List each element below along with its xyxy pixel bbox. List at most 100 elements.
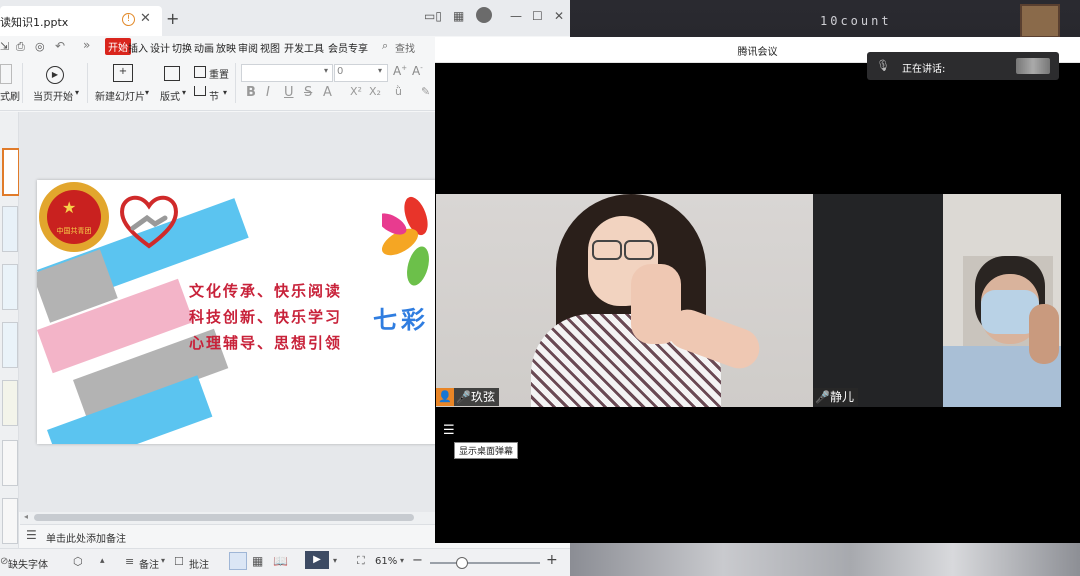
grid-apps-icon[interactable]: ▦ — [453, 9, 464, 23]
horizontal-scrollbar-thumb[interactable] — [34, 514, 414, 521]
new-slide-label[interactable]: 新建幻灯片 — [95, 88, 145, 103]
from-current-dropdown-icon[interactable]: ▾ — [75, 88, 79, 97]
slide-thumbnail[interactable] — [2, 498, 18, 544]
slide-sorter-icon[interactable]: ▦ — [252, 554, 263, 568]
comment-icon[interactable]: ☐ — [174, 555, 184, 568]
notes-placeholder[interactable]: 单击此处添加备注 — [46, 530, 126, 545]
missing-font-label[interactable]: 缺失字体 — [8, 556, 48, 571]
italic-icon[interactable]: I — [266, 85, 270, 100]
speaking-label: 正在讲话: — [902, 64, 946, 75]
notes-dropdown-icon[interactable]: ▾ — [161, 556, 165, 565]
microphone-icon: 🎙 — [876, 59, 890, 72]
menu-insert[interactable]: 插入 — [128, 40, 148, 55]
zoom-slider-handle[interactable] — [456, 557, 468, 569]
new-slide-dropdown-icon[interactable]: ▾ — [145, 88, 149, 97]
zoom-in-icon[interactable]: + — [546, 552, 558, 568]
cube-icon[interactable]: ⬡ — [73, 555, 83, 568]
user-avatar[interactable] — [476, 7, 492, 23]
new-tab-icon[interactable]: + — [166, 9, 179, 28]
more-quick-icon[interactable]: » — [83, 38, 90, 52]
phonetic-icon[interactable]: ǜ — [395, 85, 402, 98]
menu-review[interactable]: 审阅 — [238, 40, 258, 55]
menu-slideshow[interactable]: 放映 — [216, 40, 236, 55]
minimize-icon[interactable]: — — [510, 9, 522, 23]
layout-label[interactable]: 版式 — [160, 88, 180, 103]
decrease-font-icon[interactable]: A- — [412, 64, 423, 78]
document-tab[interactable]: 读知识1.pptx ! ✕ — [0, 6, 162, 36]
comment-label[interactable]: 批注 — [189, 556, 209, 571]
subscript-icon[interactable]: X₂ — [369, 85, 381, 98]
bold-icon[interactable]: B — [246, 85, 256, 100]
slide-thumbnail[interactable] — [2, 148, 20, 196]
preview-icon[interactable]: ◎ — [35, 40, 45, 53]
slide-side-title: 七彩 — [373, 305, 429, 334]
new-slide-icon[interactable]: + — [113, 64, 133, 82]
glasses-right — [624, 240, 654, 260]
normal-view-icon[interactable] — [229, 552, 247, 570]
layout-dropdown-icon[interactable]: ▾ — [182, 88, 186, 97]
menu-member[interactable]: 会员专享 — [328, 40, 368, 55]
font-family-select[interactable] — [241, 64, 333, 82]
zoom-slider-track[interactable] — [430, 562, 540, 564]
font-size-chevron-down-icon[interactable]: ▾ — [378, 66, 382, 75]
slide-thumbnail[interactable] — [2, 380, 18, 426]
reset-icon[interactable] — [194, 66, 206, 78]
close-window-icon[interactable]: ✕ — [554, 9, 564, 23]
zoom-level[interactable]: 61% — [375, 556, 397, 567]
participant-video-side[interactable] — [943, 194, 1061, 407]
wallpaper-text: 10count — [820, 14, 892, 28]
strikethrough-icon[interactable]: S — [304, 85, 312, 100]
font-color-icon[interactable]: A — [323, 85, 332, 100]
maximize-icon[interactable]: ☐ — [532, 9, 543, 23]
from-current-label[interactable]: 当页开始 — [33, 88, 73, 103]
slide-thumbnail[interactable] — [2, 264, 18, 310]
underline-icon[interactable]: U — [284, 85, 294, 100]
participant-video-placeholder[interactable] — [813, 194, 943, 407]
increase-font-icon[interactable]: A+ — [393, 64, 407, 78]
notes-toggle-icon[interactable]: ≡ — [125, 555, 134, 568]
search-icon[interactable]: ⌕ — [382, 39, 388, 53]
font-family-chevron-down-icon[interactable]: ▾ — [324, 66, 328, 75]
scroll-left-icon[interactable]: ◂ — [24, 512, 28, 521]
print-icon[interactable]: ⎙ — [16, 40, 25, 54]
menu-design[interactable]: 设计 — [150, 40, 170, 55]
notes-toggle-label[interactable]: 备注 — [139, 556, 159, 571]
zoom-dropdown-icon[interactable]: ▾ — [400, 556, 404, 565]
open-file-icon[interactable]: ⇲ — [0, 40, 9, 53]
close-tab-icon[interactable]: ✕ — [140, 11, 151, 26]
highlight-icon[interactable]: ✎ — [421, 85, 430, 98]
slide-thumbnail[interactable] — [2, 322, 18, 368]
microphone-icon: 🎤 — [456, 390, 471, 404]
participant-video-main[interactable] — [436, 194, 813, 407]
play-dropdown-icon[interactable]: ▾ — [333, 556, 337, 565]
section-icon[interactable] — [194, 86, 206, 96]
layout-icon[interactable] — [164, 66, 180, 81]
font-size-value: 0 — [337, 66, 344, 77]
slide-thumbnail[interactable] — [2, 206, 18, 252]
menu-developer[interactable]: 开发工具 — [284, 40, 324, 55]
section-dropdown-icon[interactable]: ▾ — [223, 88, 227, 97]
menu-animation[interactable]: 动画 — [194, 40, 214, 55]
speaker-avatar-strip — [1016, 58, 1050, 74]
ribbon-separator — [22, 63, 23, 103]
reset-label[interactable]: 重置 — [209, 66, 229, 81]
format-brush-label[interactable]: 式刷 — [0, 88, 20, 103]
undo-icon[interactable]: ↶ — [55, 39, 65, 53]
search-label[interactable]: 查找 — [395, 40, 415, 55]
slide-slogan: 科技创新、快乐学习 — [189, 308, 343, 326]
fit-window-icon[interactable]: ⛶ — [357, 554, 365, 568]
superscript-icon[interactable]: X² — [350, 85, 362, 98]
reading-view-icon[interactable]: 📖 — [273, 554, 288, 568]
layout-toggle-icon[interactable]: ▭▯ — [424, 9, 442, 23]
play-slideshow-button[interactable]: ▶ — [305, 551, 329, 569]
zoom-out-icon[interactable]: − — [412, 553, 423, 568]
chevron-up-icon[interactable]: ▴ — [100, 556, 105, 566]
play-from-current-icon[interactable]: ▶ — [46, 66, 64, 84]
menu-view[interactable]: 视图 — [260, 40, 280, 55]
format-brush-icon[interactable] — [0, 64, 12, 84]
section-label[interactable]: 节 — [209, 88, 219, 103]
menu-transition[interactable]: 切换 — [172, 40, 192, 55]
slide-thumbnail[interactable] — [2, 440, 18, 486]
danmu-list-icon[interactable]: ☰ — [443, 423, 455, 438]
star-icon: ★ — [62, 198, 77, 217]
